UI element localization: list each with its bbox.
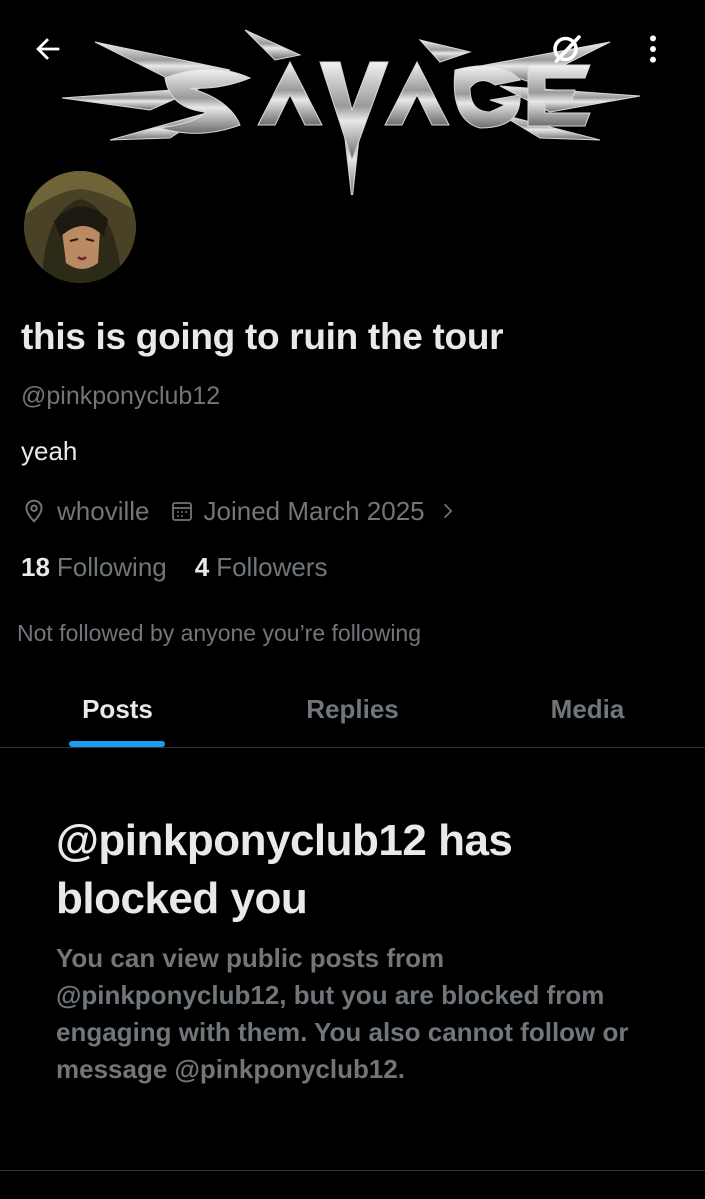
tab-replies[interactable]: Replies	[235, 672, 470, 747]
arrow-left-icon	[36, 38, 60, 60]
back-button[interactable]	[24, 25, 72, 73]
profile-meta: whoville Joined March 2025	[21, 492, 467, 530]
joined-text: Joined March 2025	[203, 495, 425, 526]
profile-joined[interactable]: Joined March 2025	[170, 496, 467, 527]
followed-by-text: Not followed by anyone you’re following	[17, 620, 422, 646]
calendar-icon	[171, 502, 192, 521]
savage-logo-art	[61, 29, 641, 195]
more-vertical-icon	[650, 35, 656, 63]
avatar-image	[24, 171, 136, 283]
following-count: 18	[21, 551, 50, 582]
search-button[interactable]	[543, 25, 591, 73]
profile-bio: yeah	[21, 436, 78, 466]
search-icon	[553, 35, 581, 63]
divider	[0, 1170, 705, 1171]
blocked-message: You can view public posts from @pinkpony…	[56, 943, 629, 1084]
followers-label: Followers	[216, 551, 328, 582]
followers-link[interactable]: 4 Followers	[195, 552, 328, 583]
more-options-button[interactable]	[629, 25, 677, 73]
display-name: this is going to ruin the tour	[21, 316, 504, 357]
avatar[interactable]	[24, 171, 136, 283]
active-tab-indicator	[69, 741, 165, 747]
profile-location: whoville	[21, 496, 150, 527]
profile-handle: @pinkponyclub12	[21, 382, 221, 410]
follow-stats: 18 Following 4 Followers	[21, 548, 327, 586]
profile-banner[interactable]	[0, 0, 705, 195]
location-text: whoville	[57, 495, 150, 526]
tab-posts[interactable]: Posts	[0, 672, 235, 747]
tab-media[interactable]: Media	[470, 672, 705, 747]
profile-tabs: Posts Replies Media	[0, 672, 705, 748]
blocked-title: @pinkponyclub12 has blocked you	[56, 816, 513, 923]
chevron-right-icon	[437, 501, 467, 521]
followers-count: 4	[194, 551, 210, 582]
location-pin-icon	[25, 499, 43, 523]
following-link[interactable]: 18 Following	[21, 552, 167, 583]
following-label: Following	[56, 551, 167, 582]
